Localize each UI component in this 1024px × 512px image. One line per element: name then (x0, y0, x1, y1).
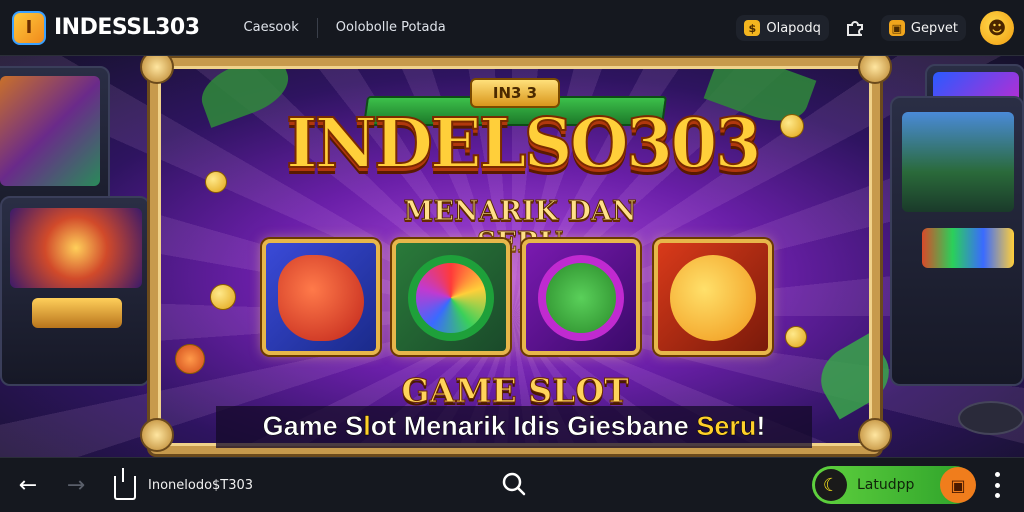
search-icon[interactable] (501, 471, 527, 497)
url-text[interactable]: Inonelodo$T303 (148, 478, 253, 493)
top-nav: Caesook Oolobolle Potada (226, 0, 464, 56)
header-actions: $ Olapodq ▣ Gepvet ☻ (736, 0, 1014, 56)
nav-item-1[interactable]: Caesook (226, 18, 317, 38)
gift-pill-button[interactable]: ▣ Gepvet (880, 15, 966, 41)
tagline-part-4: ! (756, 411, 766, 442)
promo-label: Latudpp (857, 477, 915, 493)
letter-s-icon (670, 255, 756, 341)
coin-pill-button[interactable]: $ Olapodq (736, 15, 829, 41)
coin-pill-label: Olapodq (766, 20, 821, 36)
coin-icon: $ (744, 20, 761, 36)
logo-text: INDESSL303 (54, 15, 200, 40)
tagline-highlight-2: Seru (696, 411, 757, 442)
tagline: Game Slot Menarik Idis Giesbane Seru! (216, 411, 812, 442)
banana-icon: ☾ (815, 469, 847, 501)
promo-button[interactable]: ☾ Latudpp ▣ (812, 466, 976, 504)
site-logo[interactable]: I INDESSL303 (12, 10, 200, 45)
back-arrow-icon[interactable]: ← (16, 473, 40, 498)
forward-arrow-icon[interactable]: → (64, 473, 88, 498)
hero-banner[interactable]: IN3 3 INDELSO303 MENARIK DAN SERU GAME S… (0, 56, 1024, 457)
logo-icon: I (12, 10, 46, 45)
mascot-avatar-icon[interactable]: ☻ (980, 11, 1014, 45)
dragon-icon (278, 255, 364, 341)
treasure-chest-icon: ▣ (940, 467, 976, 503)
green-wheel-icon (408, 255, 494, 341)
frame-ornament (858, 418, 892, 452)
slot-tile-dragon[interactable] (262, 239, 380, 355)
gift-pill-label: Gepvet (910, 20, 958, 36)
share-icon[interactable] (114, 468, 136, 500)
top-bar: I INDESSL303 Caesook Oolobolle Potada $ … (0, 0, 1024, 56)
more-menu-icon[interactable] (990, 472, 1004, 498)
slot-tile-s[interactable] (654, 239, 772, 355)
gift-icon: ▣ (888, 20, 905, 36)
puzzle-icon[interactable] (843, 16, 867, 40)
slot-cabinet-right (890, 96, 1024, 386)
slot-cabinet-left (0, 196, 150, 386)
letter-g-icon (538, 255, 624, 341)
stool (958, 401, 1024, 435)
bottom-browser-bar: ← → Inonelodo$T303 ☾ Latudpp ▣ (0, 457, 1024, 512)
slot-reels (262, 239, 772, 357)
slot-tile-g[interactable] (522, 239, 640, 355)
nav-item-2[interactable]: Oolobolle Potada (316, 17, 464, 38)
tagline-part-2: ot Menarik Idis Giesbane (370, 411, 689, 442)
frame-ornament (140, 418, 174, 452)
tagline-part-1: Game S (262, 411, 364, 442)
game-slot-label: GAME SLOT (401, 371, 629, 411)
game-title: INDELSO303 (285, 103, 763, 185)
tagline-highlight-1: l (363, 411, 371, 442)
slot-tile-wheel[interactable] (392, 239, 510, 355)
